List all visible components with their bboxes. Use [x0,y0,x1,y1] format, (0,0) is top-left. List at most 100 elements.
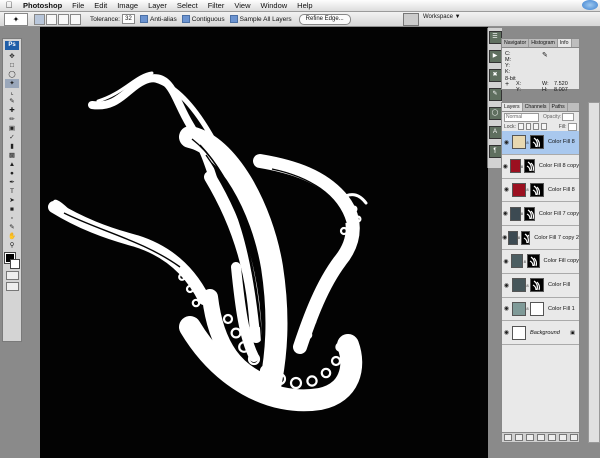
tool-preset-picker[interactable]: ✦ [4,12,28,26]
layer-row[interactable]: ◉ 8 Color Fill 8 [502,131,579,155]
layer-thumbnail[interactable] [509,159,521,174]
layer-thumbnail[interactable] [509,206,521,221]
layer-row[interactable]: ◉ 8 Color Fill 1 [502,298,579,322]
refine-edge-button[interactable]: Refine Edge... [298,13,351,25]
layer-row[interactable]: ◉ 8 Color Fill copy [502,250,579,274]
layer-name[interactable]: Background [530,330,560,336]
visibility-eye-icon[interactable]: ◉ [502,234,507,241]
layer-thumbnail[interactable] [512,301,526,316]
contiguous-checkbox[interactable]: Contiguous [181,15,225,23]
visibility-eye-icon[interactable]: ◉ [502,163,509,170]
quick-mask-button[interactable] [5,271,19,281]
layer-name[interactable]: Color Fill 8 [548,187,575,193]
magic-wand-tool-icon[interactable]: ✦ [5,78,19,88]
pen-tool-icon[interactable]: ✒ [5,178,19,187]
apple-icon[interactable]:  [0,0,18,11]
tab-info[interactable]: Info [557,39,572,47]
sample-all-layers-checkbox[interactable]: Sample All Layers [229,15,292,23]
hand-tool-icon[interactable]: ✋ [5,232,19,241]
eraser-tool-icon[interactable]: ▮ [5,142,19,151]
clone-stamp-icon[interactable]: ▣ [5,124,19,133]
menu-view[interactable]: View [229,0,255,11]
new-group-icon[interactable] [547,434,556,441]
tab-channels[interactable]: Channels [523,103,550,111]
add-mask-icon[interactable] [525,434,534,441]
brushes-panel-icon[interactable]: ✎ [488,88,502,101]
tab-layers[interactable]: Layers [502,103,523,111]
layer-mask-thumbnail[interactable] [523,159,535,174]
mask-link-icon[interactable]: 8 [521,164,523,169]
brush-tool-icon[interactable]: ✏ [5,115,19,124]
lock-transparency-button[interactable] [517,123,524,130]
layer-thumbnail[interactable] [510,254,524,269]
layer-name[interactable]: Color Fill [548,282,570,288]
layer-mask-thumbnail[interactable] [530,182,544,197]
layer-row[interactable]: ◉ 8 Color Fill 8 copy [502,155,579,179]
layer-mask-thumbnail[interactable] [530,135,544,150]
type-tool-icon[interactable]: T [5,187,19,196]
lasso-tool-icon[interactable]: ◯ [5,70,19,79]
tab-histogram[interactable]: Histogram [529,39,558,47]
layer-style-icon[interactable] [514,434,523,441]
lock-pixels-button[interactable] [525,123,532,130]
add-selection-button[interactable] [46,13,57,25]
menu-layer[interactable]: Layer [143,0,172,11]
intersect-selection-button[interactable] [70,13,81,25]
layer-thumbnail[interactable] [512,278,526,293]
menu-filter[interactable]: Filter [203,0,230,11]
menu-file[interactable]: File [67,0,89,11]
mask-link-icon[interactable]: 8 [523,259,526,264]
clone-source-icon[interactable]: ◯ [488,107,502,120]
history-panel-icon[interactable]: ☰ [488,31,502,44]
healing-brush-icon[interactable]: ✚ [5,106,19,115]
mask-link-icon[interactable]: 8 [526,140,529,145]
zoom-tool-icon[interactable]: ⚲ [5,241,19,250]
subtract-selection-button[interactable] [58,13,69,25]
visibility-eye-icon[interactable]: ◉ [502,282,511,289]
layer-name[interactable]: Color Fill 8 copy [539,163,579,169]
layer-thumbnail[interactable] [512,325,526,340]
character-panel-icon[interactable]: A [488,126,502,139]
tool-presets-icon[interactable]: ✖ [488,69,502,82]
document-canvas[interactable] [40,27,488,458]
workspace-menu[interactable]: Workspace ▼ [423,14,461,20]
background-color[interactable] [10,259,20,270]
layer-row[interactable]: ◉ 8 Color Fill 7 copy 2 [502,226,579,250]
actions-panel-icon[interactable]: ▶ [488,50,502,63]
mask-link-icon[interactable]: 8 [526,306,529,311]
layer-row[interactable]: ◉ 8 Color Fill 7 copy [502,202,579,227]
slice-tool-icon[interactable]: ✎ [5,97,19,106]
layer-thumbnail[interactable] [508,230,518,245]
link-layers-icon[interactable] [503,434,512,441]
shape-tool-icon[interactable]: ■ [5,205,19,214]
layer-thumbnail[interactable] [512,135,526,150]
lock-position-button[interactable] [533,123,540,130]
dodge-tool-icon[interactable]: ● [5,169,19,178]
spotlight-icon[interactable] [582,0,598,10]
blur-tool-icon[interactable]: ▲ [5,160,19,169]
layer-name[interactable]: Color Fill 7 copy 2 [534,235,579,241]
menu-help[interactable]: Help [292,0,317,11]
tolerance-input[interactable]: 32 [122,14,135,24]
blend-mode-select[interactable]: Normal [504,112,539,122]
path-selection-icon[interactable]: ➤ [5,196,19,205]
fill-input[interactable] [567,122,577,131]
mask-link-icon[interactable]: 8 [526,283,529,288]
layer-mask-thumbnail[interactable] [523,206,535,221]
gradient-tool-icon[interactable]: ▩ [5,151,19,160]
menu-image[interactable]: Image [112,0,143,11]
mask-link-icon[interactable]: 8 [526,187,529,192]
menu-edit[interactable]: Edit [89,0,112,11]
menu-app[interactable]: Photoshop [18,0,67,11]
color-swatches[interactable] [4,252,20,270]
layer-name[interactable]: Color Fill 7 copy [539,211,579,217]
layer-thumbnail[interactable] [512,182,526,197]
menu-window[interactable]: Window [255,0,292,11]
panel-scrollbar[interactable] [588,102,600,443]
visibility-eye-icon[interactable]: ◉ [502,258,510,265]
layer-mask-thumbnail[interactable] [527,254,540,269]
mask-link-icon[interactable]: 8 [518,235,520,240]
visibility-eye-icon[interactable]: ◉ [502,305,511,312]
tab-paths[interactable]: Paths [550,103,568,111]
paragraph-panel-icon[interactable]: ¶ [488,145,502,158]
